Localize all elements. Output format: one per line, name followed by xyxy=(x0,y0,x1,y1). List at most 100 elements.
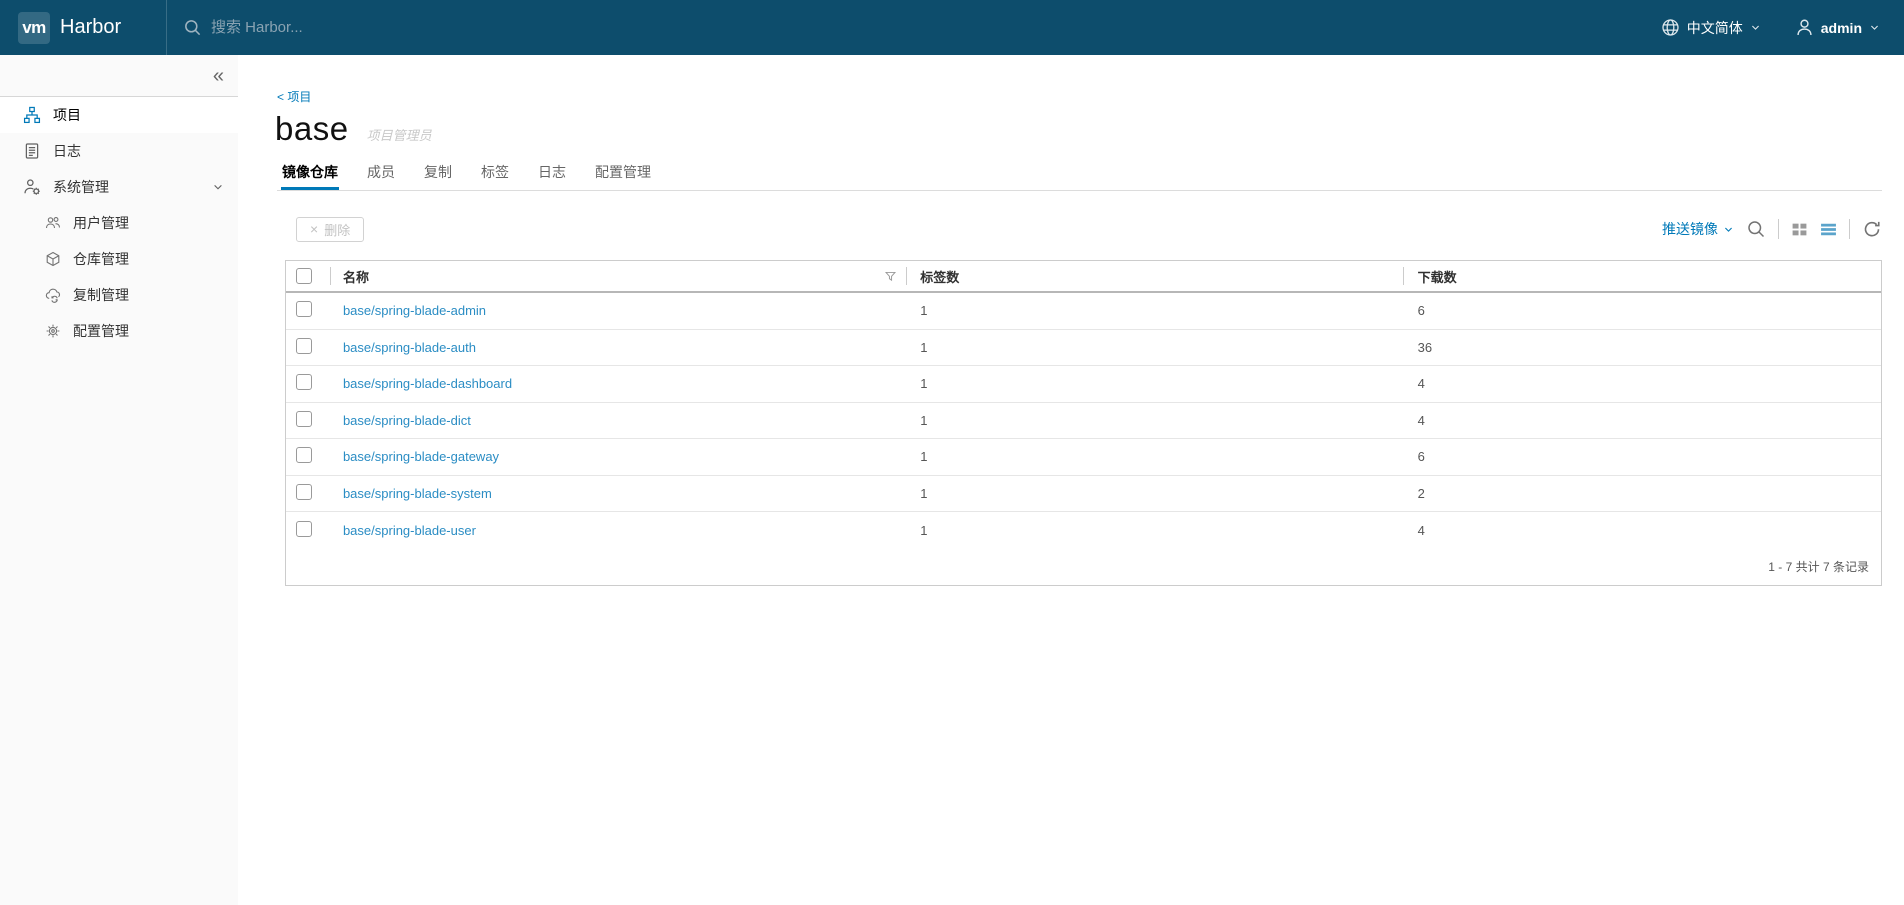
pull-count-cell: 36 xyxy=(1417,339,1433,355)
table-row: base/spring-blade-auth 1 36 xyxy=(286,330,1881,366)
sidebar-item-logs[interactable]: 日志 xyxy=(0,133,238,169)
tag-count-cell: 1 xyxy=(920,449,928,465)
table-body: base/spring-blade-admin 1 6 base/spring-… xyxy=(286,293,1881,549)
tab-labels[interactable]: 标签 xyxy=(480,158,510,190)
repo-link[interactable]: base/spring-blade-gateway xyxy=(343,449,499,464)
breadcrumb-projects-link[interactable]: < 项目 xyxy=(277,88,311,105)
repo-name-cell: base/spring-blade-system xyxy=(331,486,907,501)
search-input[interactable] xyxy=(211,19,631,36)
table-row: base/spring-blade-dict 1 4 xyxy=(286,403,1881,439)
row-checkbox[interactable] xyxy=(296,483,312,500)
app-header: vm Harbor 中文简体 admin xyxy=(0,0,1904,55)
globe-icon xyxy=(1662,19,1679,36)
row-select-cell xyxy=(286,447,331,466)
repo-link[interactable]: base/spring-blade-system xyxy=(343,486,492,501)
repo-link[interactable]: base/spring-blade-admin xyxy=(343,303,486,318)
pull-count-cell: 6 xyxy=(1417,303,1425,319)
chevron-down-icon xyxy=(1871,25,1878,30)
card-view-icon[interactable] xyxy=(1791,221,1808,238)
repository-toolbar: × 删除 推送镜像 xyxy=(285,215,1882,243)
language-label: 中文简体 xyxy=(1686,19,1743,36)
sidebar-item-label: 配置管理 xyxy=(73,323,129,339)
repo-link[interactable]: base/spring-blade-auth xyxy=(343,340,476,355)
sidebar-item-label: 用户管理 xyxy=(73,215,129,231)
row-checkbox[interactable] xyxy=(296,337,312,354)
sidebar: « 项目 日志 系统管理 用户管理 仓库管理 复制管理 配置管理 xyxy=(0,55,238,905)
search-filter-icon[interactable] xyxy=(1746,219,1766,239)
gear-icon xyxy=(46,324,60,338)
user-name: admin xyxy=(1820,19,1862,36)
pull-count-cell: 4 xyxy=(1417,522,1425,538)
pull-count-cell: 4 xyxy=(1417,412,1425,428)
breadcrumb-label: 项目 xyxy=(287,90,312,104)
sidebar-item-label: 复制管理 xyxy=(73,287,129,303)
row-checkbox[interactable] xyxy=(296,410,312,427)
global-search xyxy=(183,18,1661,37)
main-content: < 项目 base 项目管理员 镜像仓库 成员 复制 标签 日志 配置管理 × … xyxy=(238,55,1904,905)
sidebar-item-label: 仓库管理 xyxy=(73,251,129,267)
language-menu[interactable]: 中文简体 xyxy=(1661,18,1761,38)
organization-icon xyxy=(23,106,41,124)
tab-replication[interactable]: 复制 xyxy=(423,158,453,190)
refresh-icon[interactable] xyxy=(1862,219,1882,239)
table-row: base/spring-blade-admin 1 6 xyxy=(286,293,1881,330)
sidebar-item-registry-management[interactable]: 仓库管理 xyxy=(0,241,238,277)
tab-repositories[interactable]: 镜像仓库 xyxy=(281,158,339,190)
table-header-row: 名称 标签数 下载数 xyxy=(286,261,1881,293)
sidebar-item-label: 项目 xyxy=(53,107,81,123)
row-select-cell xyxy=(286,483,331,503)
tag-count-cell: 1 xyxy=(920,522,928,538)
row-checkbox[interactable] xyxy=(296,301,312,318)
page-title: base xyxy=(275,110,349,147)
column-header-pulls[interactable]: 下载数 xyxy=(1404,261,1881,291)
row-checkbox[interactable] xyxy=(296,374,312,391)
cloud-sync-icon xyxy=(45,288,61,303)
select-all-checkbox[interactable] xyxy=(296,268,312,284)
header-actions: 中文简体 admin xyxy=(1661,18,1904,38)
column-header-tags[interactable]: 标签数 xyxy=(907,261,1404,291)
column-header-label: 下载数 xyxy=(1417,269,1457,285)
repo-link[interactable]: base/spring-blade-dict xyxy=(343,413,471,428)
table-footer: 1 - 7 共计 7 条记录 xyxy=(286,549,1881,585)
sidebar-item-administration[interactable]: 系统管理 xyxy=(0,169,238,205)
repo-name-cell: base/spring-blade-gateway xyxy=(331,449,907,464)
tab-configuration[interactable]: 配置管理 xyxy=(594,158,652,190)
column-header-name[interactable]: 名称 xyxy=(331,261,908,291)
user-menu[interactable]: admin xyxy=(1795,18,1880,37)
tab-logs[interactable]: 日志 xyxy=(537,158,567,190)
back-arrow-icon: < xyxy=(277,90,285,104)
sidebar-item-replication-management[interactable]: 复制管理 xyxy=(0,277,238,313)
tab-members[interactable]: 成员 xyxy=(366,158,396,190)
repo-link[interactable]: base/spring-blade-dashboard xyxy=(343,376,512,391)
sidebar-item-projects[interactable]: 项目 xyxy=(0,97,238,133)
harbor-logo-link[interactable]: vm Harbor xyxy=(0,11,166,44)
users-icon xyxy=(45,217,61,229)
repository-table: 名称 标签数 下载数 base/spring-blade-admin 1 6 b… xyxy=(285,260,1882,586)
row-select-cell xyxy=(286,410,331,430)
sidebar-item-configuration[interactable]: 配置管理 xyxy=(0,313,238,349)
delete-button[interactable]: × 删除 xyxy=(296,216,365,242)
search-icon xyxy=(185,20,201,36)
delete-button-label: 删除 xyxy=(324,222,351,238)
chevron-down-icon xyxy=(214,184,222,190)
list-view-icon[interactable] xyxy=(1820,221,1837,238)
repo-link[interactable]: base/spring-blade-user xyxy=(343,523,476,538)
row-checkbox[interactable] xyxy=(296,520,312,537)
row-select-cell xyxy=(286,520,331,540)
row-checkbox[interactable] xyxy=(296,447,312,464)
sidebar-header: « xyxy=(0,55,238,97)
log-icon xyxy=(25,143,39,159)
filter-icon[interactable] xyxy=(884,270,897,283)
project-tabs: 镜像仓库 成员 复制 标签 日志 配置管理 xyxy=(277,158,1882,191)
product-name: Harbor xyxy=(60,16,122,38)
table-row: base/spring-blade-system 1 2 xyxy=(286,476,1881,512)
header-divider xyxy=(166,0,167,55)
toolbar-right: 推送镜像 xyxy=(1662,219,1882,239)
row-select-cell xyxy=(286,337,331,357)
row-select-cell xyxy=(286,374,331,393)
administrator-icon xyxy=(24,179,40,195)
sidebar-item-user-management[interactable]: 用户管理 xyxy=(0,205,238,241)
record-count: 1 - 7 共计 7 条记录 xyxy=(1768,560,1869,574)
collapse-sidebar-icon[interactable]: « xyxy=(213,66,224,86)
push-image-dropdown[interactable]: 推送镜像 xyxy=(1662,219,1734,239)
